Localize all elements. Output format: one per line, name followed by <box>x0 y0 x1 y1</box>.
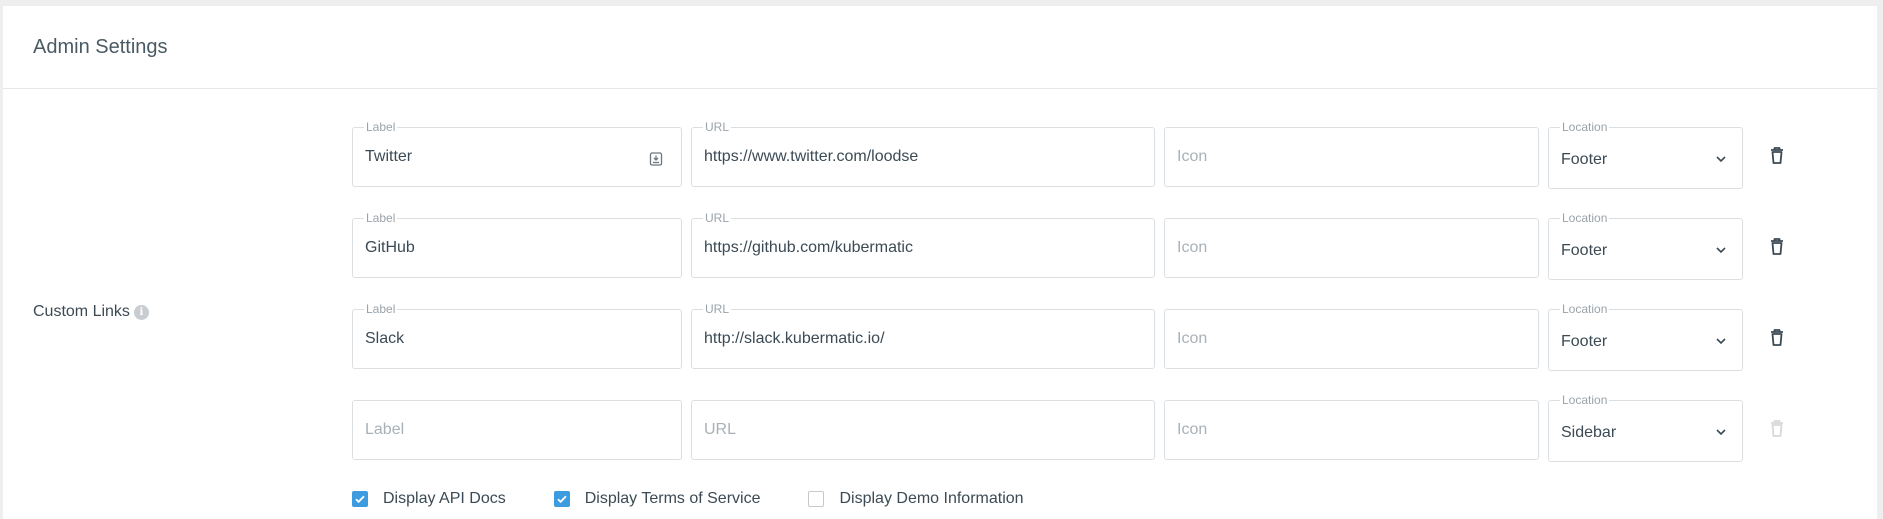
chevron-down-icon <box>1716 156 1726 163</box>
link-label-field[interactable]: Label GitHub <box>352 212 682 278</box>
link-label-value: Slack <box>365 330 405 347</box>
link-icon-placeholder: Icon <box>1177 148 1208 165</box>
delete-link-trash-icon[interactable] <box>1766 235 1788 259</box>
admin-settings-card: Admin Settings Custom Links i Label Twit… <box>3 6 1877 519</box>
new-link-url-placeholder: URL <box>704 421 737 438</box>
link-location-value: Footer <box>1561 151 1608 168</box>
chevron-down-icon <box>1716 429 1726 436</box>
checkbox-label: Display Demo Information <box>839 490 1024 507</box>
checkbox-label: Display Terms of Service <box>584 490 761 507</box>
new-link-location-select[interactable]: Location Sidebar <box>1548 394 1743 462</box>
link-icon-placeholder: Icon <box>1177 330 1208 347</box>
link-url-value: http://slack.kubermatic.io/ <box>704 330 885 347</box>
checkbox-label: Display API Docs <box>383 490 506 507</box>
card-header: Admin Settings <box>3 6 1877 89</box>
chevron-down-icon <box>1716 338 1726 345</box>
new-link-label-placeholder: Label <box>365 421 405 438</box>
checkbox-unchecked-icon[interactable] <box>808 491 825 507</box>
link-url-field[interactable]: URL https://github.com/kubermatic <box>691 212 1155 278</box>
new-link-location-value: Sidebar <box>1561 424 1617 441</box>
link-url-field[interactable]: URL https://www.twitter.com/loodse <box>691 121 1155 187</box>
checkbox-display-api-docs[interactable]: Display API Docs <box>352 490 506 508</box>
link-location-value: Footer <box>1561 242 1608 259</box>
link-icon-field[interactable]: Icon <box>1164 127 1539 187</box>
link-location-select[interactable]: Location Footer <box>1548 212 1743 280</box>
display-options: Display API Docs Display Terms of Servic… <box>352 490 1072 508</box>
link-url-value: https://www.twitter.com/loodse <box>704 148 919 165</box>
delete-link-trash-icon[interactable] <box>1766 326 1788 350</box>
new-link-icon-field[interactable]: Icon <box>1164 400 1539 460</box>
checkbox-checked-icon[interactable] <box>352 491 368 507</box>
delete-link-trash-icon-disabled <box>1771 420 1783 437</box>
new-link-icon-placeholder: Icon <box>1177 421 1208 438</box>
autofill-icon[interactable] <box>649 152 663 166</box>
custom-links-text: Custom Links <box>33 303 130 320</box>
delete-link-trash-icon[interactable] <box>1766 144 1788 168</box>
checkbox-display-terms-of-service[interactable]: Display Terms of Service <box>553 490 761 508</box>
link-label-value: GitHub <box>365 239 415 256</box>
link-icon-placeholder: Icon <box>1177 239 1208 256</box>
link-location-select[interactable]: Location Footer <box>1548 303 1743 371</box>
link-location-select[interactable]: Location Footer <box>1548 121 1743 189</box>
new-link-label-field[interactable]: Label <box>352 400 682 460</box>
info-icon[interactable]: i <box>133 304 149 320</box>
checkbox-checked-icon[interactable] <box>553 491 570 507</box>
custom-links-label: Custom Links i <box>33 303 149 321</box>
chevron-down-icon <box>1716 247 1726 254</box>
link-label-field[interactable]: Label Twitter <box>352 121 682 187</box>
link-url-field[interactable]: URL http://slack.kubermatic.io/ <box>691 303 1155 369</box>
new-link-url-field[interactable]: URL <box>691 400 1155 460</box>
link-icon-field[interactable]: Icon <box>1164 218 1539 278</box>
link-location-value: Footer <box>1561 333 1608 350</box>
link-label-value: Twitter <box>365 148 413 165</box>
checkbox-display-demo-information[interactable]: Display Demo Information <box>808 490 1024 508</box>
link-label-field[interactable]: Label Slack <box>352 303 682 369</box>
link-icon-field[interactable]: Icon <box>1164 309 1539 369</box>
page-title: Admin Settings <box>33 35 168 58</box>
link-url-value: https://github.com/kubermatic <box>704 239 913 256</box>
